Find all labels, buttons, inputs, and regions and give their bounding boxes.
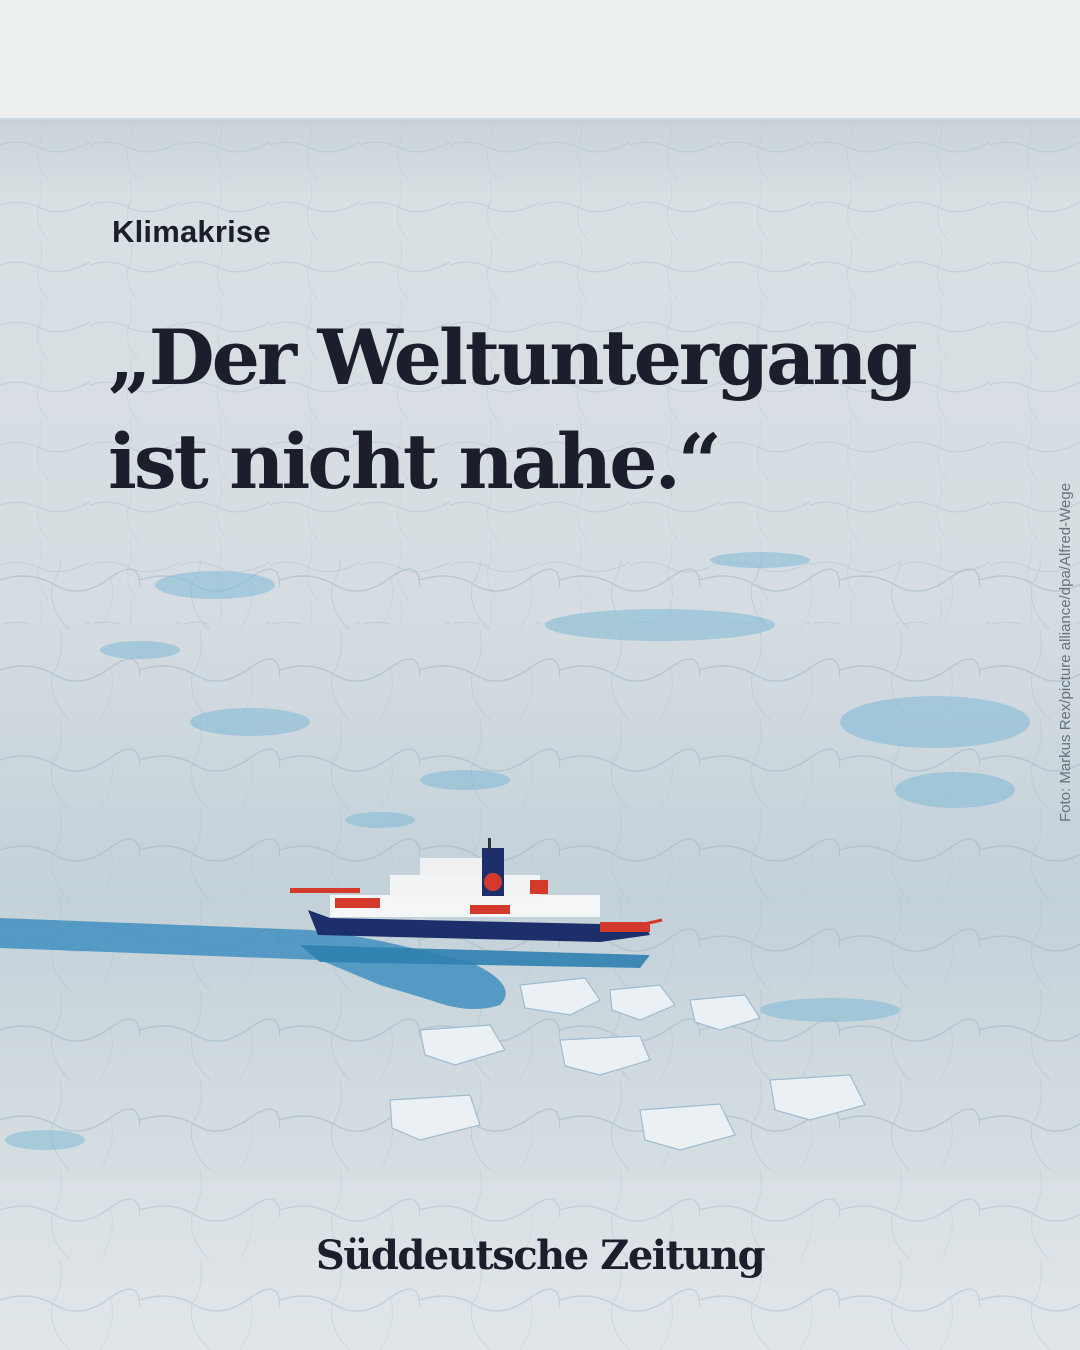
headline-line-2: ist nicht nahe.“ xyxy=(108,417,722,506)
brand-logo: Süddeutsche Zeitung xyxy=(315,1232,766,1279)
background-photo-arctic-ice xyxy=(0,0,1080,1350)
headline-line-1: „Der Weltuntergang xyxy=(108,313,918,402)
kicker-label: Klimakrise xyxy=(112,214,271,249)
photo-credit: Foto: Markus Rex/picture alliance/dpa/Al… xyxy=(1057,482,1074,822)
headline-quote: „Der Weltuntergang ist nicht nahe.“ xyxy=(108,306,918,514)
sky-haze xyxy=(0,0,1080,120)
ice-scene xyxy=(0,0,1080,1350)
